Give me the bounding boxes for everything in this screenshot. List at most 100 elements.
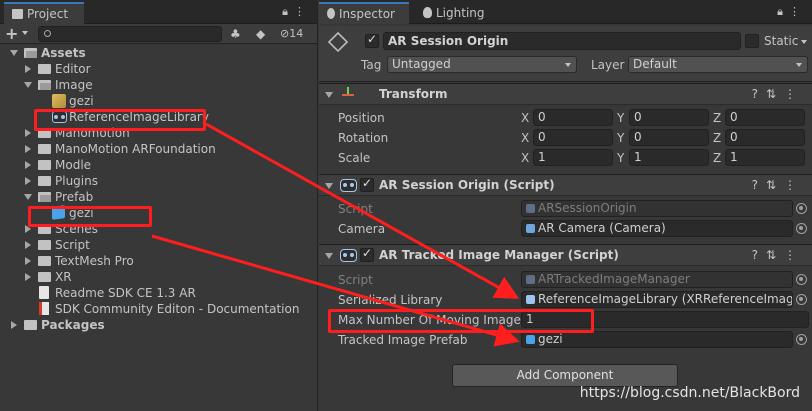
folder-icon	[38, 272, 51, 282]
help-icon[interactable]: ?	[752, 248, 766, 262]
object-picker-icon[interactable]	[796, 334, 807, 345]
foldout-open-icon[interactable]	[24, 194, 32, 200]
highlight-max-images	[328, 309, 594, 333]
object-picker-icon[interactable]	[796, 223, 807, 234]
tree-item[interactable]: ManoMotion ARFoundation	[0, 141, 318, 157]
axis-label[interactable]: Y	[617, 131, 624, 145]
folder-icon	[38, 144, 51, 154]
help-icon[interactable]: ?	[752, 178, 766, 192]
serialized-library-label: Serialized Library	[338, 293, 443, 307]
static-checkbox[interactable]	[745, 34, 759, 48]
menu-icon[interactable]: ⋮	[784, 87, 804, 101]
component-tools[interactable]: ?⇅⋮	[752, 248, 804, 262]
object-picker-icon[interactable]	[796, 203, 807, 214]
position-y-field[interactable]: 0	[629, 109, 709, 126]
menu-icon[interactable]: ⋮	[784, 248, 804, 262]
component-tools[interactable]: ?⇅⋮	[752, 87, 804, 101]
presets-icon[interactable]: ⇅	[766, 248, 784, 262]
tree-item[interactable]: SDK Community Editon - Documentation	[0, 301, 318, 317]
tree-item[interactable]: Assets	[0, 45, 318, 61]
ar-tracked-image-manager-header[interactable]: AR Tracked Image Manager (Script) ?⇅⋮	[319, 244, 812, 266]
rotation-z-field[interactable]: 0	[725, 129, 805, 146]
lock-icon[interactable]: 🔒︎	[777, 5, 789, 18]
hidden-packages-toggle[interactable]: ⊘14	[280, 27, 303, 40]
camera-icon	[526, 224, 535, 233]
rotation-x-field[interactable]: 0	[533, 129, 613, 146]
tree-item[interactable]: Script	[0, 237, 318, 253]
lock-icon[interactable]: 🔒︎	[282, 5, 294, 18]
tree-item[interactable]: Packages	[0, 317, 318, 333]
foldout-open-icon[interactable]	[10, 50, 18, 56]
tree-item[interactable]: Image	[0, 77, 318, 93]
tree-item[interactable]: Readme SDK CE 1.3 AR	[0, 285, 318, 301]
tree-item[interactable]: Prefab	[0, 189, 318, 205]
axis-label[interactable]: Z	[713, 111, 721, 125]
create-plus-icon[interactable]: +	[5, 24, 18, 44]
tag-dropdown[interactable]: Untagged	[387, 56, 577, 73]
axis-label[interactable]: X	[521, 151, 529, 165]
object-picker-icon[interactable]	[796, 294, 807, 305]
tree-item[interactable]: Plugins	[0, 173, 318, 189]
foldout-closed-icon[interactable]	[25, 145, 31, 153]
chevron-down-icon[interactable]	[22, 31, 28, 35]
scale-x-field[interactable]: 1	[533, 149, 613, 166]
axis-label[interactable]: X	[521, 131, 529, 145]
layer-dropdown[interactable]: Default	[628, 56, 808, 73]
chevron-down-icon[interactable]	[801, 40, 807, 44]
object-name-field[interactable]: AR Session Origin	[383, 32, 741, 50]
menu-icon[interactable]: ⋮	[294, 5, 311, 18]
component-tools[interactable]: ?⇅⋮	[752, 178, 804, 192]
foldout-closed-icon[interactable]	[25, 65, 31, 73]
foldout-arrow-icon[interactable]	[325, 253, 333, 259]
foldout-closed-icon[interactable]	[11, 321, 17, 329]
component-enabled-checkbox[interactable]	[360, 246, 374, 262]
tracked-image-prefab-field[interactable]: gezi	[521, 331, 793, 348]
foldout-arrow-icon[interactable]	[325, 92, 333, 98]
tree-item[interactable]: TextMesh Pro	[0, 253, 318, 269]
tab-project[interactable]: Project	[4, 2, 84, 24]
tab-inspector[interactable]: Inspector	[319, 2, 409, 24]
rotation-y-field[interactable]: 0	[629, 129, 709, 146]
filter-label-icon[interactable]: ◆	[256, 27, 265, 41]
foldout-closed-icon[interactable]	[25, 241, 31, 249]
add-component-button[interactable]: Add Component	[452, 364, 678, 387]
component-enabled-checkbox[interactable]	[360, 176, 374, 192]
active-checkbox[interactable]	[365, 32, 379, 48]
tab-tools[interactable]: 🔒︎⋮	[282, 5, 311, 19]
axis-label[interactable]: Y	[617, 111, 624, 125]
foldout-arrow-icon[interactable]	[325, 183, 333, 189]
search-input[interactable]	[38, 26, 222, 42]
position-x-field[interactable]: 0	[533, 109, 613, 126]
axis-label[interactable]: Z	[713, 151, 721, 165]
transform-header[interactable]: Transform ?⇅⋮	[319, 83, 812, 105]
camera-field[interactable]: AR Camera (Camera)	[521, 220, 793, 237]
filter-type-icon[interactable]: ♣	[230, 27, 241, 41]
scale-y-field[interactable]: 1	[629, 149, 709, 166]
menu-icon[interactable]: ⋮	[784, 178, 804, 192]
foldout-closed-icon[interactable]	[25, 161, 31, 169]
foldout-closed-icon[interactable]	[25, 129, 31, 137]
serialized-library-field[interactable]: ReferenceImageLibrary (XRReferenceImageL	[521, 291, 793, 308]
presets-icon[interactable]: ⇅	[766, 87, 784, 101]
tree-item[interactable]: XR	[0, 269, 318, 285]
ar-session-origin-header[interactable]: AR Session Origin (Script) ?⇅⋮	[319, 174, 812, 196]
tree-item[interactable]: Modle	[0, 157, 318, 173]
tab-tools[interactable]: 🔒︎⋮	[777, 5, 806, 19]
foldout-open-icon[interactable]	[24, 82, 32, 88]
foldout-closed-icon[interactable]	[25, 177, 31, 185]
tree-item[interactable]: Editor	[0, 61, 318, 77]
presets-icon[interactable]: ⇅	[766, 178, 784, 192]
axis-label[interactable]: Y	[617, 151, 624, 165]
menu-icon[interactable]: ⋮	[789, 5, 806, 18]
position-z-field[interactable]: 0	[725, 109, 805, 126]
folder-icon	[38, 240, 51, 250]
foldout-closed-icon[interactable]	[25, 257, 31, 265]
help-icon[interactable]: ?	[752, 87, 766, 101]
scale-z-field[interactable]: 1	[725, 149, 805, 166]
object-picker-icon[interactable]	[796, 274, 807, 285]
tree-item[interactable]: gezi	[0, 93, 318, 109]
axis-label[interactable]: X	[521, 111, 529, 125]
axis-label[interactable]: Z	[713, 131, 721, 145]
foldout-closed-icon[interactable]	[25, 273, 31, 281]
tab-lighting[interactable]: Lighting	[415, 2, 495, 24]
